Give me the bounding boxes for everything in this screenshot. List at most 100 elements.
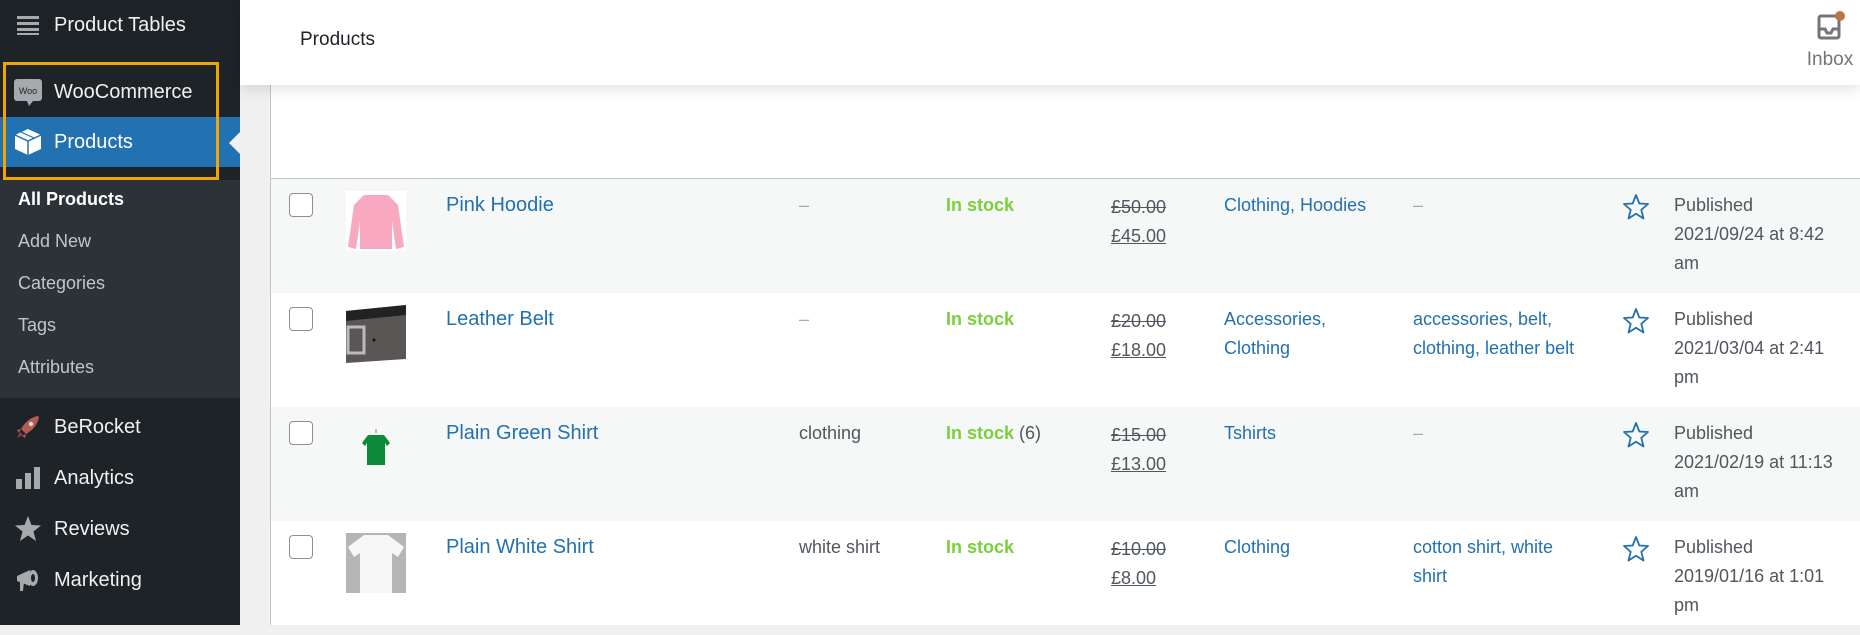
submenu-categories[interactable]: Categories <box>18 273 105 294</box>
table-row: Leather Belt – In stock £20.00 £18.00 Acc… <box>271 293 1860 407</box>
product-name-link[interactable]: Pink Hoodie <box>446 191 554 220</box>
products-table: Pink Hoodie – In stock £50.00 £45.00 Clot… <box>270 85 1860 625</box>
table-row: Plain White Shirt white shirt In stock £… <box>271 521 1860 635</box>
publish-status: Published <box>1674 423 1754 443</box>
product-sku: clothing <box>799 423 862 443</box>
submenu-add-new[interactable]: Add New <box>18 231 91 252</box>
product-date: Published 2021/03/04 at 2:41 pm <box>1674 305 1854 392</box>
row-checkbox[interactable] <box>289 535 313 559</box>
sidebar-item-label: Products <box>54 130 133 153</box>
sale-price: £45.00 <box>1111 226 1167 246</box>
product-tags[interactable]: accessories, belt, clothing, leather bel… <box>1413 305 1583 363</box>
stock-status: In stock <box>946 305 1086 334</box>
main-content: Pink Hoodie – In stock £50.00 £45.00 Clot… <box>240 85 1860 625</box>
product-thumbnail[interactable] <box>346 305 406 365</box>
product-price: £15.00 £13.00 <box>1111 421 1211 479</box>
featured-star-icon[interactable] <box>1622 535 1650 563</box>
sidebar-item-label: Analytics <box>54 466 135 489</box>
product-date: Published 2019/01/16 at 1:01 pm <box>1674 533 1854 620</box>
product-price: £20.00 £18.00 <box>1111 307 1211 365</box>
regular-price: £20.00 <box>1111 311 1167 331</box>
product-sku: – <box>799 195 810 215</box>
product-date: Published 2021/02/19 at 11:13 am <box>1674 419 1854 506</box>
svg-text:Woo: Woo <box>19 86 37 96</box>
sidebar-item-label: BeRocket <box>54 415 141 438</box>
product-thumbnail[interactable] <box>346 533 406 593</box>
menu-lines-icon <box>13 10 43 40</box>
page-header: Products Inbox <box>240 0 1860 85</box>
sale-price: £8.00 <box>1111 568 1157 588</box>
publish-date: 2021/03/04 at 2:41 pm <box>1674 338 1825 387</box>
product-sku: – <box>799 309 810 329</box>
stock-status-label: In stock <box>946 423 1015 443</box>
sidebar-item-analytics[interactable]: Analytics <box>0 453 240 503</box>
sidebar-item-woocommerce[interactable]: Woo WooCommerce <box>0 67 240 117</box>
product-tags[interactable]: – <box>1413 191 1583 220</box>
publish-status: Published <box>1674 309 1754 329</box>
woo-icon: Woo <box>13 77 43 107</box>
sidebar-item-label: Product Tables <box>54 13 186 36</box>
submenu-all-products[interactable]: All Products <box>18 189 124 210</box>
stock-status-label: In stock <box>946 309 1015 329</box>
row-checkbox[interactable] <box>289 421 313 445</box>
product-categories[interactable]: Tshirts <box>1224 419 1384 448</box>
inbox-icon <box>1817 11 1845 40</box>
featured-star-icon[interactable] <box>1622 421 1650 449</box>
product-categories[interactable]: Accessories, Clothing <box>1224 305 1384 363</box>
sidebar-item-label: Marketing <box>54 568 142 591</box>
sidebar-item-product-tables[interactable]: Product Tables <box>0 0 240 50</box>
publish-date: 2021/09/24 at 8:42 am <box>1674 224 1825 273</box>
product-date: Published 2021/09/24 at 8:42 am <box>1674 191 1854 278</box>
rocket-icon <box>13 412 43 442</box>
sale-price: £13.00 <box>1111 454 1167 474</box>
product-price: £50.00 £45.00 <box>1111 193 1211 251</box>
sidebar-item-label: Reviews <box>54 517 130 540</box>
megaphone-icon <box>13 565 43 595</box>
product-categories[interactable]: Clothing <box>1224 533 1384 562</box>
sidebar-item-berocket[interactable]: BeRocket <box>0 402 240 452</box>
product-categories[interactable]: Clothing, Hoodies <box>1224 191 1384 220</box>
regular-price: £50.00 <box>1111 197 1167 217</box>
stock-status-label: In stock <box>946 195 1015 215</box>
product-name-link[interactable]: Plain White Shirt <box>446 533 594 562</box>
product-tags[interactable]: cotton shirt, white shirt <box>1413 533 1583 591</box>
sidebar-item-products[interactable]: Products <box>0 117 240 167</box>
submenu-tags[interactable]: Tags <box>18 315 56 336</box>
stock-status: In stock (6) <box>946 419 1086 448</box>
stock-status: In stock <box>946 191 1086 220</box>
publish-date: 2019/01/16 at 1:01 pm <box>1674 566 1825 615</box>
publish-date: 2021/02/19 at 11:13 am <box>1674 452 1833 501</box>
products-submenu: All Products Add New Categories Tags Att… <box>0 180 240 398</box>
publish-status: Published <box>1674 537 1754 557</box>
product-name-link[interactable]: Plain Green Shirt <box>446 419 598 448</box>
inbox-label: Inbox <box>1806 49 1854 70</box>
star-icon <box>13 514 43 544</box>
product-tags[interactable]: – <box>1413 419 1583 448</box>
row-checkbox[interactable] <box>289 307 313 331</box>
product-name-link[interactable]: Leather Belt <box>446 305 554 334</box>
box-icon <box>13 127 43 157</box>
regular-price: £15.00 <box>1111 425 1167 445</box>
submenu-attributes[interactable]: Attributes <box>18 357 94 378</box>
inbox-button[interactable]: Inbox <box>1800 10 1860 71</box>
stock-status: In stock <box>946 533 1086 562</box>
product-thumbnail[interactable] <box>346 419 406 479</box>
sidebar-item-marketing[interactable]: Marketing <box>0 555 240 605</box>
featured-star-icon[interactable] <box>1622 193 1650 221</box>
product-thumbnail[interactable] <box>346 191 406 251</box>
admin-sidebar: Product Tables Woo WooCommerce Products … <box>0 0 241 625</box>
sale-price: £18.00 <box>1111 340 1167 360</box>
table-row: Plain Green Shirt clothing In stock (6) … <box>271 407 1860 521</box>
page-title: Products <box>300 29 375 50</box>
product-sku: white shirt <box>799 537 881 557</box>
sidebar-item-label: WooCommerce <box>54 80 193 103</box>
featured-star-icon[interactable] <box>1622 307 1650 335</box>
stock-quantity: (6) <box>1019 423 1042 443</box>
table-row: Pink Hoodie – In stock £50.00 £45.00 Clot… <box>271 179 1860 293</box>
publish-status: Published <box>1674 195 1754 215</box>
stock-status-label: In stock <box>946 537 1015 557</box>
sidebar-item-reviews[interactable]: Reviews <box>0 504 240 554</box>
regular-price: £10.00 <box>1111 539 1167 559</box>
bar-chart-icon <box>13 463 43 493</box>
row-checkbox[interactable] <box>289 193 313 217</box>
